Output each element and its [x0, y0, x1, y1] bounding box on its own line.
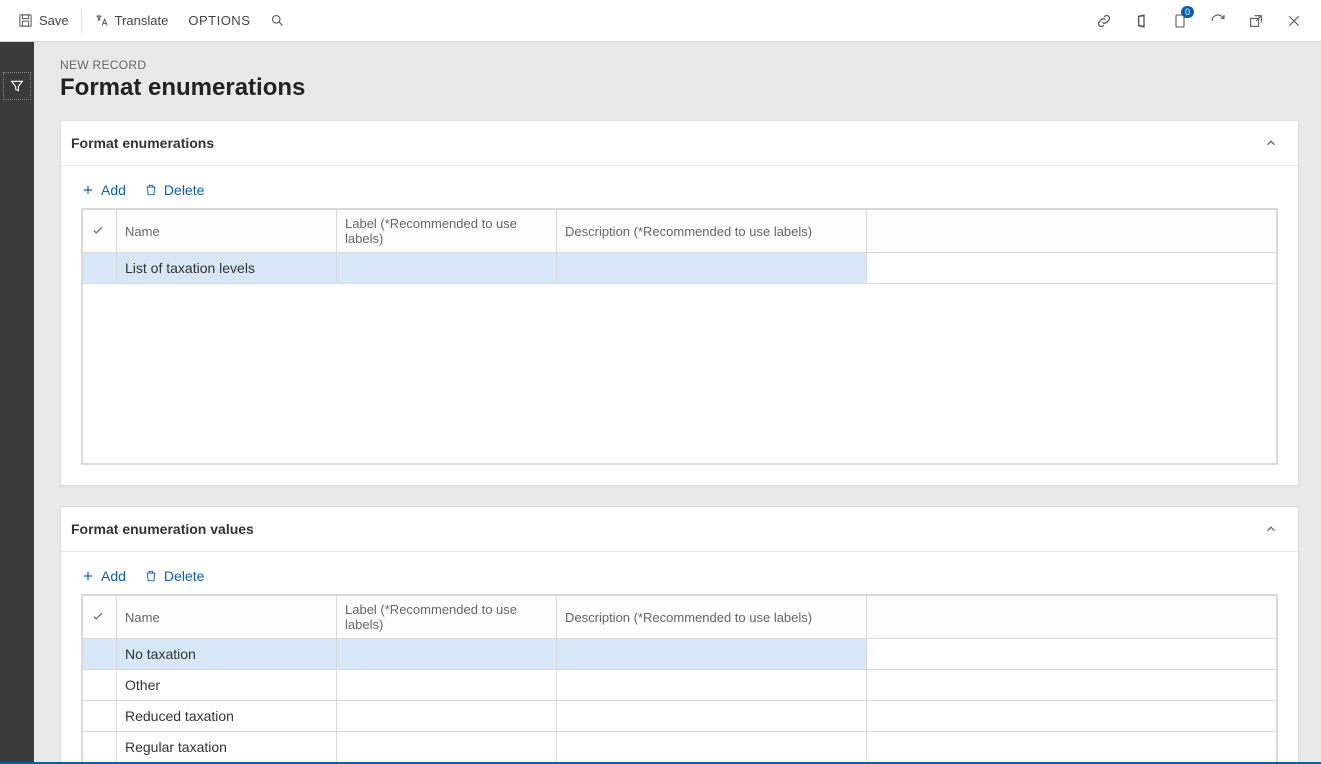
chevron-up-icon — [1264, 136, 1278, 150]
table-row[interactable]: Other — [83, 670, 1277, 701]
cell-label[interactable] — [337, 701, 557, 732]
col-fill — [867, 210, 1277, 253]
section2-delete-button[interactable]: Delete — [144, 568, 204, 584]
link-icon — [1096, 13, 1112, 29]
content-area: New Record Format enumerations Format en… — [34, 42, 1321, 762]
col-desc-header[interactable]: Description (*Recommended to use labels) — [557, 596, 867, 639]
search-icon — [270, 13, 285, 28]
translate-icon — [94, 13, 109, 28]
refresh-icon — [1210, 13, 1226, 29]
cell-fill — [867, 639, 1277, 670]
section1-add-button[interactable]: Add — [81, 182, 126, 198]
breadcrumb: New Record — [60, 58, 1299, 72]
select-all-header[interactable] — [83, 210, 117, 253]
trash-icon — [144, 569, 158, 583]
cell-desc[interactable] — [557, 701, 867, 732]
office-icon — [1134, 13, 1150, 29]
search-button[interactable] — [260, 0, 295, 41]
col-label-header[interactable]: Label (*Recommended to use labels) — [337, 596, 557, 639]
col-name-header[interactable]: Name — [117, 596, 337, 639]
trash-icon — [144, 183, 158, 197]
options-label: OPTIONS — [188, 13, 250, 28]
row-select[interactable] — [83, 253, 117, 284]
delete-label: Delete — [164, 568, 204, 584]
separator — [81, 9, 82, 33]
delete-label: Delete — [164, 182, 204, 198]
row-select[interactable] — [83, 639, 117, 670]
section-format-enumeration-values: Format enumeration values Add Delete — [60, 506, 1299, 762]
cell-name[interactable]: Regular taxation — [117, 732, 337, 763]
section1-title: Format enumerations — [71, 135, 214, 151]
table-row[interactable]: No taxation — [83, 639, 1277, 670]
options-button[interactable]: OPTIONS — [178, 0, 260, 41]
filter-icon — [9, 78, 25, 94]
plus-icon — [81, 183, 95, 197]
cell-desc[interactable] — [557, 253, 867, 284]
section2-title: Format enumeration values — [71, 521, 254, 537]
popout-icon — [1248, 13, 1264, 29]
row-select[interactable] — [83, 701, 117, 732]
section1-grid[interactable]: Name Label (*Recommended to use labels) … — [81, 208, 1278, 465]
section2-add-button[interactable]: Add — [81, 568, 126, 584]
save-button[interactable]: Save — [8, 0, 79, 41]
cell-name[interactable]: List of taxation levels — [117, 253, 337, 284]
attachments-button[interactable] — [1085, 0, 1123, 41]
cell-desc[interactable] — [557, 639, 867, 670]
grid-empty-area — [83, 284, 1277, 464]
close-button[interactable] — [1275, 0, 1313, 41]
cell-name[interactable]: Reduced taxation — [117, 701, 337, 732]
save-icon — [18, 13, 33, 28]
check-icon — [91, 609, 105, 623]
translate-button[interactable]: Translate — [84, 0, 179, 41]
cell-desc[interactable] — [557, 732, 867, 763]
row-select[interactable] — [83, 670, 117, 701]
cell-name[interactable]: Other — [117, 670, 337, 701]
section1-header[interactable]: Format enumerations — [60, 120, 1299, 165]
notification-badge: 0 — [1181, 6, 1194, 18]
section2-grid[interactable]: Name Label (*Recommended to use labels) … — [81, 594, 1278, 762]
section1-delete-button[interactable]: Delete — [144, 182, 204, 198]
cell-label[interactable] — [337, 732, 557, 763]
col-desc-header[interactable]: Description (*Recommended to use labels) — [557, 210, 867, 253]
page-title: Format enumerations — [60, 74, 1299, 102]
cell-fill — [867, 670, 1277, 701]
filter-button[interactable] — [3, 72, 31, 100]
cell-fill — [867, 732, 1277, 763]
close-icon — [1286, 13, 1302, 29]
top-toolbar: Save Translate OPTIONS 0 — [0, 0, 1321, 42]
section-format-enumerations: Format enumerations Add Delete — [60, 120, 1299, 486]
office-button[interactable] — [1123, 0, 1161, 41]
save-label: Save — [39, 13, 69, 28]
popout-button[interactable] — [1237, 0, 1275, 41]
left-rail — [0, 42, 34, 762]
cell-label[interactable] — [337, 639, 557, 670]
add-label: Add — [101, 182, 126, 198]
cell-name[interactable]: No taxation — [117, 639, 337, 670]
refresh-button[interactable] — [1199, 0, 1237, 41]
cell-label[interactable] — [337, 253, 557, 284]
notifications-button[interactable]: 0 — [1161, 0, 1199, 41]
check-icon — [91, 223, 105, 237]
section2-header[interactable]: Format enumeration values — [60, 506, 1299, 551]
cell-fill — [867, 253, 1277, 284]
translate-label: Translate — [115, 13, 169, 28]
cell-fill — [867, 701, 1277, 732]
add-label: Add — [101, 568, 126, 584]
table-row[interactable]: Reduced taxation — [83, 701, 1277, 732]
table-row[interactable]: Regular taxation — [83, 732, 1277, 763]
chevron-up-icon — [1264, 522, 1278, 536]
row-select[interactable] — [83, 732, 117, 763]
col-fill — [867, 596, 1277, 639]
select-all-header[interactable] — [83, 596, 117, 639]
cell-desc[interactable] — [557, 670, 867, 701]
col-label-header[interactable]: Label (*Recommended to use labels) — [337, 210, 557, 253]
cell-label[interactable] — [337, 670, 557, 701]
col-name-header[interactable]: Name — [117, 210, 337, 253]
plus-icon — [81, 569, 95, 583]
table-row[interactable]: List of taxation levels — [83, 253, 1277, 284]
